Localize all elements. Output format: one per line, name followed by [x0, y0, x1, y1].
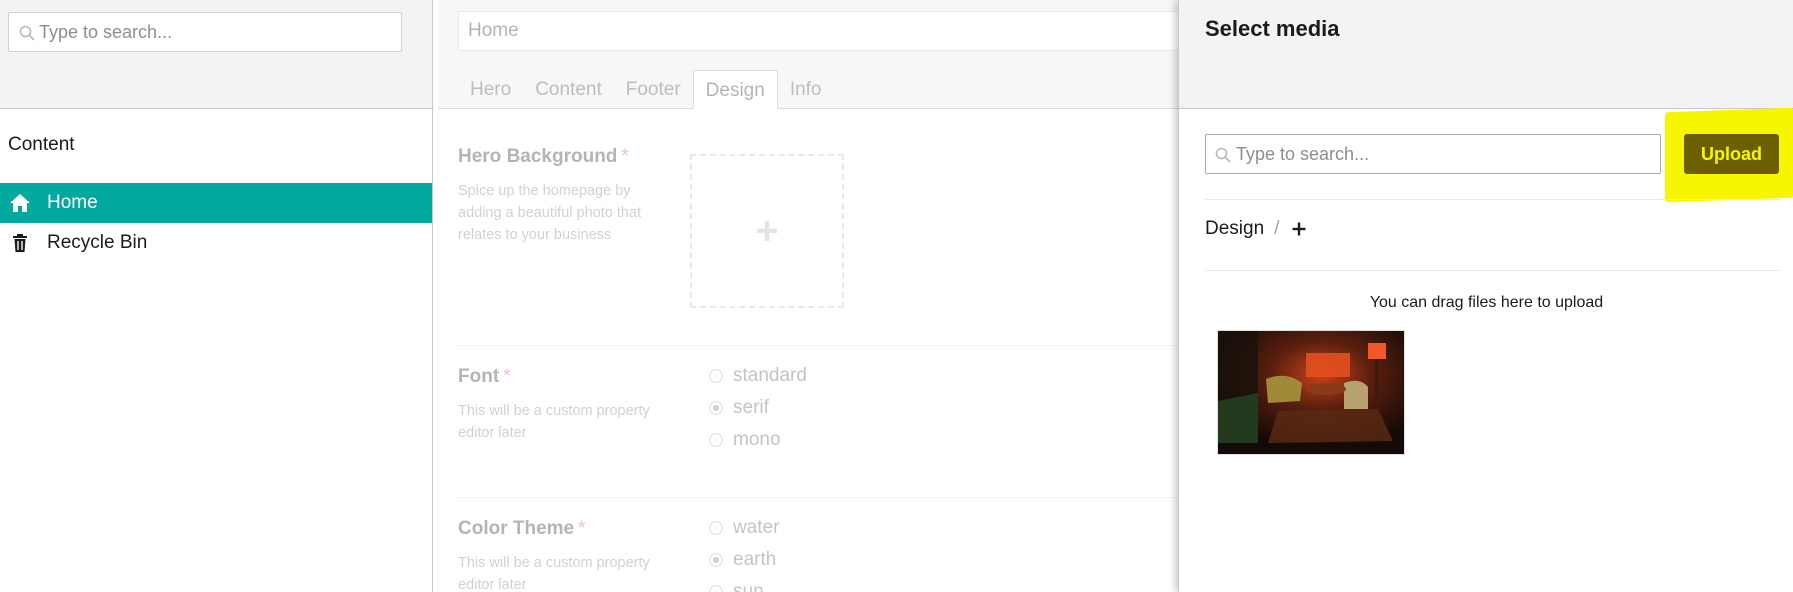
overlay-divider — [1205, 270, 1781, 271]
tree-item-recycle-bin[interactable]: Recycle Bin — [0, 223, 432, 263]
overlay-header: Select media — [1179, 0, 1793, 109]
tree-section-title: Content — [8, 134, 75, 155]
upload-button[interactable]: Upload — [1684, 134, 1779, 174]
breadcrumb-folder-design[interactable]: Design — [1205, 218, 1264, 240]
drag-upload-hint: You can drag files here to upload — [1369, 294, 1604, 311]
search-icon — [19, 25, 35, 41]
tree-item-label: Home — [47, 192, 98, 213]
media-search-box[interactable] — [1205, 134, 1661, 174]
media-image — [1218, 331, 1404, 454]
tree-search-input[interactable] — [39, 13, 394, 51]
search-icon — [1215, 147, 1231, 163]
media-search-input[interactable] — [1236, 135, 1656, 173]
content-tree-panel: Content Home Recycle Bin — [0, 0, 433, 592]
trash-icon — [9, 232, 31, 254]
home-icon — [9, 192, 31, 214]
editor-dim-overlay — [438, 0, 1178, 592]
tree-search-box[interactable] — [8, 12, 402, 52]
tree-item-home[interactable]: Home — [0, 183, 432, 223]
breadcrumb-separator: / — [1274, 218, 1280, 239]
tree-header — [0, 0, 432, 109]
select-media-overlay: Select media Upload Design / You can dra… — [1178, 0, 1793, 592]
breadcrumb: Design / — [1205, 218, 1307, 240]
tree-item-label: Recycle Bin — [47, 232, 148, 253]
media-item-thumbnail[interactable] — [1217, 330, 1405, 455]
overlay-title: Select media — [1205, 16, 1340, 41]
add-folder-icon[interactable] — [1291, 221, 1307, 237]
overlay-divider — [1205, 199, 1781, 200]
